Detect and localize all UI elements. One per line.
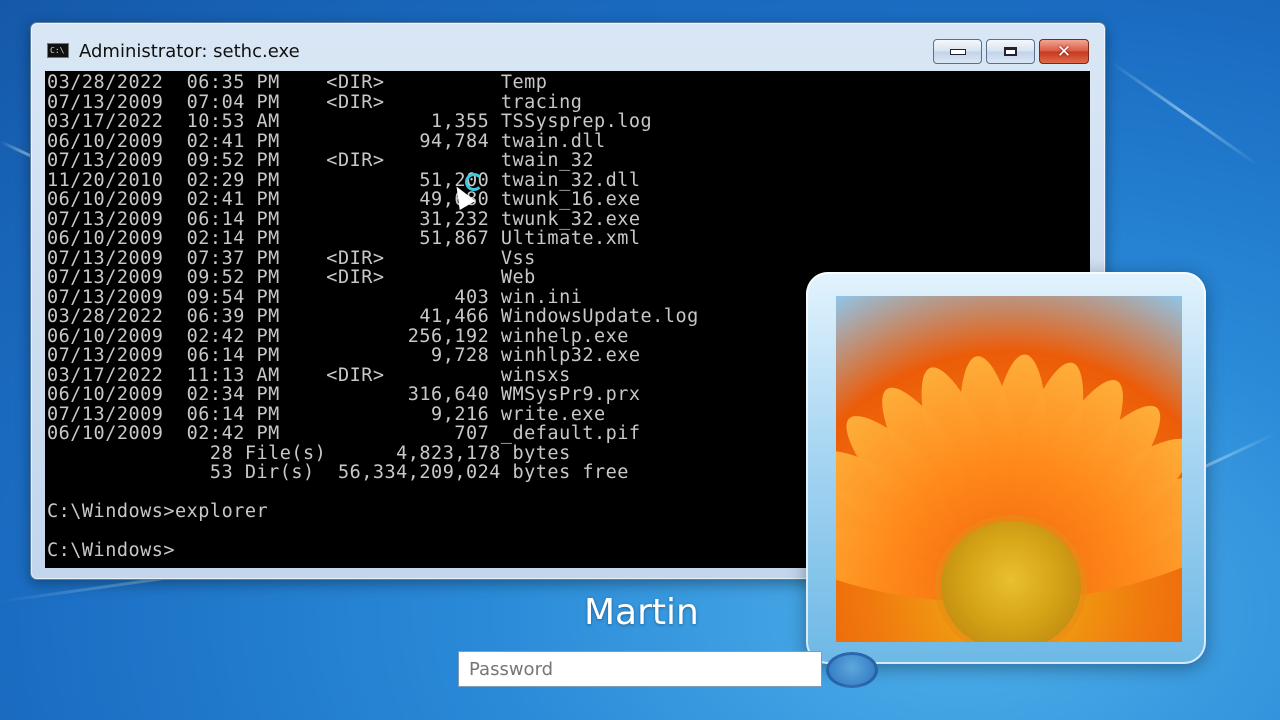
console-line: 03/17/2022 11:13 AM <DIR> winsxs (47, 364, 571, 386)
window-title: Administrator: sethc.exe (79, 41, 300, 62)
close-button[interactable]: ✕ (1039, 39, 1089, 64)
console-line: 07/13/2009 09:52 PM <DIR> Web (47, 267, 536, 288)
console-line: 06/10/2009 02:41 PM 94,784 twain.dll (47, 130, 606, 152)
console-line: 03/17/2022 10:53 AM 1,355 TSSysprep.log (47, 111, 653, 132)
console-line: 03/28/2022 06:35 PM <DIR> Temp (47, 72, 548, 93)
console-line: 11/20/2010 02:29 PM 51,200 twain_32.dll (47, 169, 641, 191)
console-line: 28 File(s) 4,823,178 bytes (209, 442, 571, 464)
console-line: 07/13/2009 09:52 PM <DIR> twain_32 (47, 150, 594, 171)
flower-center (941, 521, 1081, 642)
console-line: 06/10/2009 02:42 PM 256,192 winhelp.exe (47, 325, 629, 347)
console-line: 06/10/2009 02:14 PM 51,867 Ultimate.xml (47, 228, 641, 249)
console-line: C:\Windows>explorer (47, 501, 269, 522)
window-titlebar[interactable]: C:\ Administrator: sethc.exe ✕ (31, 23, 1105, 69)
user-name: Martin (584, 592, 699, 633)
console-line: 06/10/2009 02:34 PM 316,640 WMSysPr9.prx (47, 384, 641, 405)
console-line: 07/13/2009 06:14 PM 9,728 winhlp32.exe (47, 345, 641, 366)
console-line: 07/13/2009 06:14 PM 9,216 write.exe (47, 403, 606, 425)
console-line: 06/10/2009 02:41 PM 49,680 twunk_16.exe (47, 189, 641, 210)
console-line: C:\Windows> (47, 540, 176, 561)
maximize-button[interactable] (986, 39, 1035, 64)
minimize-icon (949, 48, 966, 55)
password-field[interactable] (458, 651, 822, 687)
console-line: 03/28/2022 06:39 PM 41,466 WindowsUpdate… (47, 306, 699, 327)
console-line: 07/13/2009 07:37 PM <DIR> Vss (47, 247, 536, 269)
user-avatar-frame (806, 272, 1206, 664)
background-streak (1109, 60, 1259, 166)
console-icon[interactable]: C:\ (47, 43, 69, 58)
console-line: 06/10/2009 02:42 PM 707 _default.pif (47, 423, 641, 444)
console-line: 07/13/2009 07:04 PM <DIR> tracing (47, 91, 583, 113)
minimize-button[interactable] (933, 39, 982, 64)
user-avatar-flower-image (836, 296, 1182, 642)
close-icon: ✕ (1056, 41, 1072, 62)
console-line: 53 Dir(s) 56,334,209,024 bytes free (209, 462, 629, 483)
login-arrow-button[interactable] (826, 652, 878, 688)
console-line: 07/13/2009 06:14 PM 31,232 twunk_32.exe (47, 208, 641, 230)
maximize-icon (1004, 47, 1017, 56)
console-line: 07/13/2009 09:54 PM 403 win.ini (47, 286, 583, 308)
